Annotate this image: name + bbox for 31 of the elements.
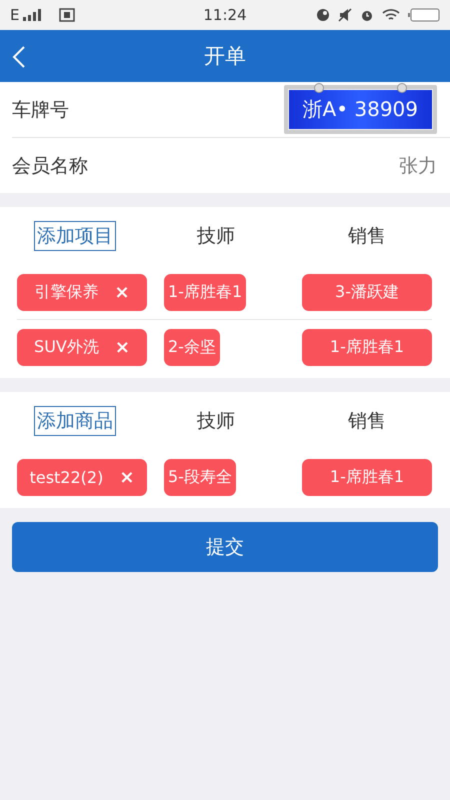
field-label: 会员名称 — [12, 154, 88, 178]
remove-button[interactable]: × — [119, 466, 134, 488]
technician-tag[interactable]: 2-余坚 — [164, 328, 220, 366]
wifi-icon — [382, 8, 400, 22]
remove-button[interactable]: × — [114, 336, 130, 358]
mute-icon — [338, 8, 352, 22]
technician-tag[interactable]: 5-段寿全 — [164, 458, 236, 496]
page-title: 开单 — [204, 43, 246, 70]
back-icon[interactable] — [12, 45, 26, 69]
column-header: 技师 — [197, 409, 235, 434]
add-button[interactable]: 添加商品 — [34, 406, 116, 436]
salesperson-tag[interactable]: 1-席胜春1 — [302, 458, 432, 496]
network-type: E — [10, 6, 20, 24]
field-value: 张力 — [399, 154, 437, 178]
technician-tag[interactable]: 1-席胜春1 — [164, 274, 246, 310]
license-plate: 浙A• 38909 — [284, 85, 437, 134]
remove-button[interactable]: × — [114, 282, 130, 302]
column-header: 销售 — [348, 224, 386, 249]
add-button[interactable]: 添加项目 — [34, 221, 116, 251]
item-tag: SUV外洗 × — [17, 328, 147, 366]
salesperson-tag[interactable]: 1-席胜春1 — [302, 328, 432, 366]
column-header: 销售 — [348, 409, 386, 434]
item-tag: 引擎保养 × — [17, 274, 147, 310]
submit-button[interactable]: 提交 — [12, 522, 438, 572]
salesperson-tag[interactable]: 3-潘跃建 — [302, 274, 432, 310]
time: 11:24 — [203, 6, 247, 24]
item-tag: test22(2) × — [17, 458, 147, 496]
alarm-icon — [360, 8, 374, 22]
column-header: 技师 — [197, 224, 235, 249]
field-label: 车牌号 — [12, 98, 69, 122]
battery-icon — [408, 8, 440, 22]
